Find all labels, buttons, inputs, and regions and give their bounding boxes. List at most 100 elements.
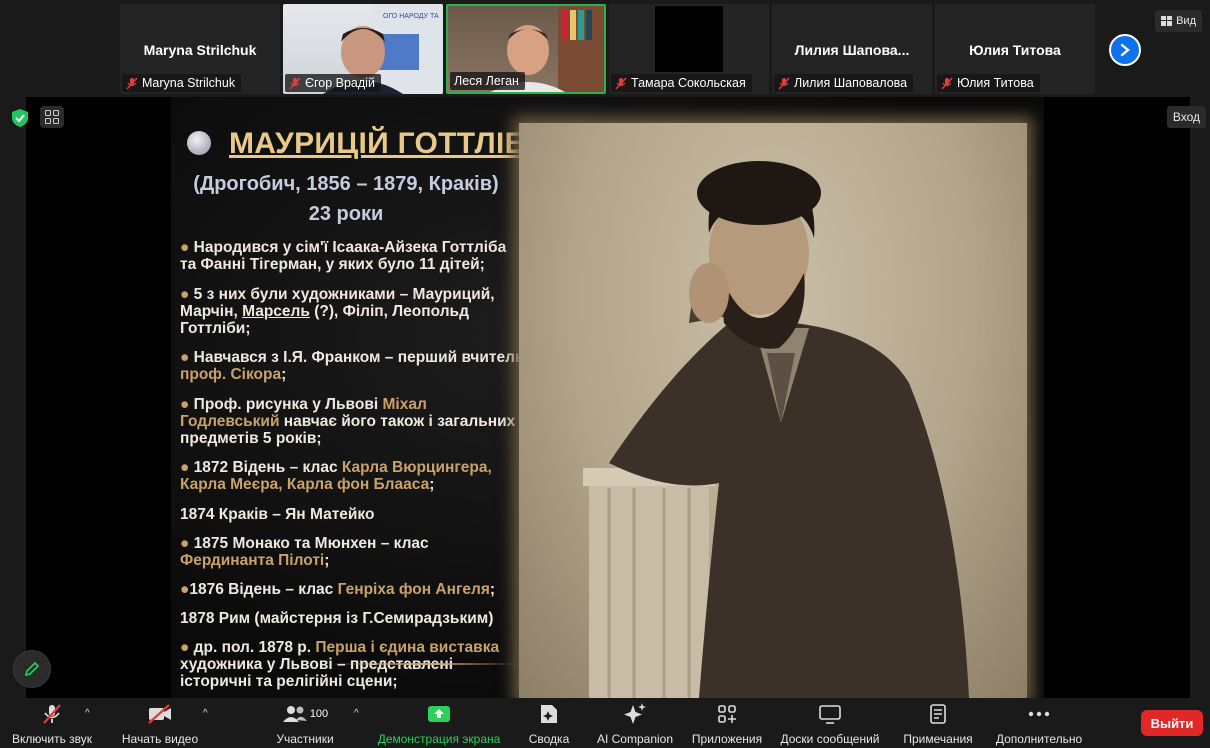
participant-name: Юлия Титова — [969, 42, 1061, 58]
participant-caption: Єгор Врадій — [285, 74, 381, 92]
sparkle-icon — [624, 703, 646, 724]
share-screen-button[interactable]: Демонстрация экрана — [376, 702, 502, 746]
bullet-text: художника у Львові – представлені істори… — [180, 656, 454, 690]
slide-divider — [331, 663, 521, 665]
notes-icon — [930, 704, 946, 724]
view-button[interactable]: Вид — [1155, 10, 1202, 32]
leave-meeting-button[interactable]: Выйти — [1141, 710, 1203, 736]
mic-muted-icon — [778, 76, 790, 90]
participant-caption-text: Єгор Врадій — [305, 76, 375, 90]
start-video-button[interactable]: Начать видео — [116, 702, 204, 746]
bullet-text: 1872 Відень – клас — [193, 459, 342, 476]
exit-fullscreen-button[interactable]: Вход — [1166, 106, 1206, 128]
meeting-toolbar: Включить звук ^ Начать видео ^ 100 Участ… — [0, 698, 1210, 748]
participants-options-caret[interactable]: ^ — [354, 708, 359, 719]
more-button[interactable]: Дополнительно — [992, 702, 1086, 746]
slide-bullet-circle — [187, 131, 211, 155]
participant-caption-text: Тамара Сокольская — [631, 76, 746, 90]
video-options-caret[interactable]: ^ — [203, 708, 208, 719]
participant-tile-video[interactable]: ОГО НАРОДУ ТА Єгор Врадій — [283, 4, 443, 94]
more-dots-icon — [1028, 711, 1050, 717]
bullet-marker-icon: ● — [180, 459, 194, 476]
apps-label: Приложения — [691, 732, 763, 746]
participant-caption-text: Юлия Титова — [957, 76, 1034, 90]
slide-bullet: ● 1872 Відень – клас Карла Вюрцингера, К… — [180, 459, 525, 493]
slide-bullet: ● 5 з них були художниками – Мауриций, М… — [180, 286, 525, 337]
notes-label: Примечания — [903, 732, 973, 746]
bullet-text: 11 дітей; — [419, 256, 485, 273]
participant-name: Maryna Strilchuk — [143, 42, 257, 58]
view-button-label: Вид — [1176, 15, 1196, 27]
participants-button[interactable]: 100 Участники — [266, 702, 344, 746]
next-page-button[interactable] — [1109, 34, 1141, 66]
slide-bullet: ● Народився у сім'ї Ісаака-Айзека Готтлі… — [180, 239, 525, 273]
apps-icon — [718, 705, 736, 723]
bullet-marker-icon: ● — [180, 286, 194, 303]
slide-bullet: ● Проф. рисунка у Львові Міхал Годлевськ… — [180, 396, 525, 447]
pencil-icon — [24, 661, 40, 677]
bullet-marker-icon: ● — [180, 349, 194, 366]
bullet-text: ; — [324, 552, 330, 569]
audio-options-caret[interactable]: ^ — [85, 708, 90, 719]
bullet-highlight: Генріха фон Ангеля — [337, 581, 490, 598]
slide-bullet: ● Навчався з І.Я. Франком – перший вчите… — [180, 349, 525, 383]
whiteboard-icon — [819, 705, 841, 724]
participant-tile[interactable]: Maryna Strilchuk Maryna Strilchuk — [120, 4, 280, 94]
bullet-marker-icon: ● — [180, 581, 190, 598]
participant-caption: Юлия Титова — [937, 74, 1040, 92]
svg-text:ОГО НАРОДУ ТА: ОГО НАРОДУ ТА — [383, 13, 439, 20]
participant-tile[interactable]: Юлия Титова Юлия Титова — [935, 4, 1095, 94]
mic-muted-icon — [126, 76, 138, 90]
portrait-illustration — [583, 161, 969, 698]
bullet-text: 1875 Монако та Мюнхен – клас — [193, 535, 429, 552]
slide-bullet: 1874 Краків – Ян Матейко — [180, 506, 525, 523]
share-screen-icon — [428, 706, 450, 722]
bullet-text: ; — [429, 476, 435, 493]
bullet-text: 1876 Відень – клас — [189, 581, 338, 598]
summary-button[interactable]: Сводка — [520, 702, 578, 746]
slide-age: 23 роки — [308, 203, 384, 225]
bullet-marker-icon: ● — [180, 639, 194, 656]
participants-label: Участники — [276, 732, 334, 746]
bullet-text: ; — [281, 366, 287, 383]
bullet-marker-icon: ● — [180, 535, 194, 552]
bullet-text: ; — [489, 581, 496, 598]
mic-muted-icon — [615, 76, 627, 90]
notes-button[interactable]: Примечания — [898, 702, 978, 746]
slide-title: МАУРИЦІЙ ГОТТЛІБ — [229, 127, 527, 160]
bullet-marker-icon: ● — [180, 396, 194, 413]
participant-caption-text: Лилия Шаповалова — [794, 76, 908, 90]
mic-off-icon — [43, 704, 61, 724]
bullet-marker-icon: ● — [180, 239, 194, 256]
participant-strip: Maryna Strilchuk Maryna Strilchuk ОГО НА… — [0, 0, 1210, 97]
share-screen-label: Демонстрация экрана — [377, 732, 501, 746]
slide-bullet: ●1876 Відень – клас Генріха фон Ангеля; — [180, 581, 525, 598]
bullet-highlight: проф. Сікора — [180, 366, 282, 383]
whiteboards-button[interactable]: Доски сообщений — [776, 702, 884, 746]
gallery-toggle-button[interactable] — [40, 106, 64, 128]
more-label: Дополнительно — [995, 732, 1083, 746]
portrait-photo — [519, 123, 1027, 698]
ai-companion-button[interactable]: AI Companion — [593, 702, 677, 746]
participants-icon — [282, 706, 307, 722]
four-squares-icon — [45, 110, 59, 124]
unmute-button[interactable]: Включить звук — [8, 702, 96, 746]
participant-caption-text: Maryna Strilchuk — [142, 76, 236, 90]
shield-check-icon[interactable] — [10, 108, 30, 128]
chevron-right-icon — [1120, 43, 1130, 57]
participants-count: 100 — [309, 708, 329, 720]
annotate-button[interactable] — [13, 650, 51, 688]
bullet-link[interactable]: Марсель — [242, 303, 310, 320]
participant-tile[interactable]: Тамара Сокольская — [609, 4, 769, 94]
summary-label: Сводка — [528, 732, 570, 746]
bullet-text: 1878 Рим (майстерня із Г.Семирадзьким) — [180, 610, 494, 627]
apps-button[interactable]: Приложения — [688, 702, 766, 746]
participant-tile-speaking[interactable]: Леся Леган — [446, 4, 606, 94]
participant-caption: Лилия Шаповалова — [774, 74, 914, 92]
mic-muted-icon — [289, 76, 301, 90]
participant-tile[interactable]: Лилия Шапова... Лилия Шаповалова — [772, 4, 932, 94]
bullet-text: Навчався з І.Я. Франком – перший вчитель — [193, 349, 525, 366]
ai-companion-label: AI Companion — [596, 732, 674, 746]
slide-bullet: ● 1875 Монако та Мюнхен – клас Фердинант… — [180, 535, 525, 569]
bullet-text: 1874 Краків – Ян Матейко — [180, 506, 375, 523]
